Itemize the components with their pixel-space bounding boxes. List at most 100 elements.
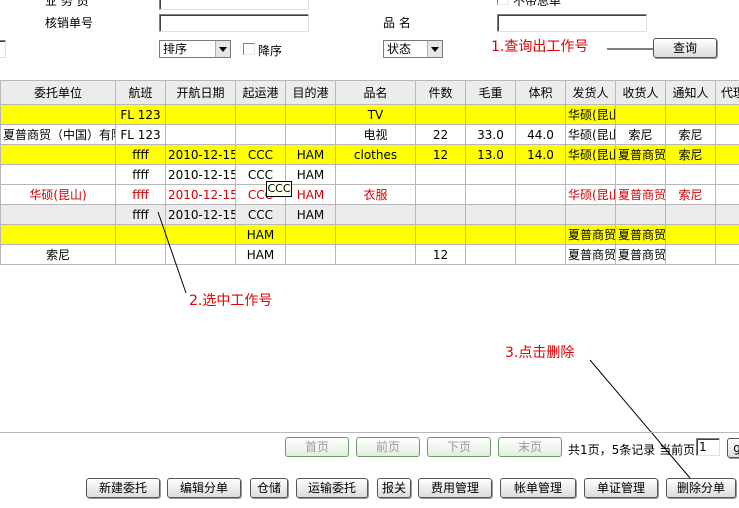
table-cell xyxy=(515,104,566,125)
last-page-button[interactable]: 末页 xyxy=(498,437,562,457)
col-header[interactable]: 毛重 xyxy=(465,80,516,105)
sort-select[interactable]: 排序 xyxy=(159,40,231,58)
col-header[interactable]: 件数 xyxy=(415,80,466,105)
table-cell: 衣服 xyxy=(335,184,416,205)
query-button[interactable]: 查询 xyxy=(653,38,717,58)
table-cell xyxy=(715,204,739,225)
documents-button[interactable]: 单证管理 xyxy=(584,478,658,498)
go-button[interactable]: g xyxy=(727,438,739,458)
chevron-down-icon xyxy=(215,41,230,57)
edit-order-button[interactable]: 编辑分单 xyxy=(167,478,241,498)
table-cell xyxy=(285,244,336,265)
table-cell xyxy=(415,224,466,245)
sort-select-value: 排序 xyxy=(163,42,188,56)
table-row-selected[interactable]: ffff 2010-12-15 CCC HAM xyxy=(0,204,739,225)
col-header[interactable]: 发货人 xyxy=(565,80,616,105)
table-cell: 华硕(昆山) xyxy=(0,184,116,205)
left-cut-input[interactable] xyxy=(0,40,6,58)
table-cell xyxy=(235,124,286,145)
table-cell xyxy=(615,164,666,185)
table-cell xyxy=(715,144,739,165)
table-cell: 华硕(昆山 xyxy=(565,104,616,125)
table-cell xyxy=(565,164,616,185)
col-header[interactable]: 委托单位 xyxy=(0,80,116,105)
table-cell: 33.0 xyxy=(465,124,516,145)
new-order-button[interactable]: 新建委托 xyxy=(86,478,160,498)
col-header[interactable]: 航班 xyxy=(115,80,166,105)
status-select-value: 状态 xyxy=(387,42,412,56)
table-row[interactable]: 华硕(昆山) ffff 2010-12-15 CCC HAM 衣服 华硕(昆山 … xyxy=(0,184,739,205)
table-cell: HAM xyxy=(285,184,336,205)
table-cell: HAM xyxy=(235,244,286,265)
table-row[interactable]: 夏普商贸（中国）有限 FL 123 电视 22 33.0 44.0 华硕(昆山 … xyxy=(0,124,739,145)
table-cell: 索尼 xyxy=(665,124,716,145)
page-number-input[interactable]: 1 xyxy=(696,438,720,456)
delete-order-button[interactable]: 删除分单 xyxy=(666,478,736,498)
table-cell: 夏普商贸 xyxy=(565,224,616,245)
table-cell: 2010-12-15 xyxy=(165,144,236,165)
col-header[interactable]: 体积 xyxy=(515,80,566,105)
storage-button[interactable]: 仓储 xyxy=(250,478,288,498)
unsettled-checkbox[interactable] xyxy=(497,0,509,5)
col-header[interactable]: 代理 xyxy=(715,80,739,105)
table-cell xyxy=(715,164,739,185)
status-select[interactable]: 状态 xyxy=(383,40,443,58)
table-row[interactable]: 索尼 HAM 12 夏普商贸 夏普商贸 xyxy=(0,244,739,265)
table-cell xyxy=(715,124,739,145)
table-cell: CCC xyxy=(235,204,286,225)
table-cell xyxy=(465,244,516,265)
table-cell: 索尼 xyxy=(665,184,716,205)
table-cell xyxy=(415,104,466,125)
table-cell: 夏普商贸 xyxy=(565,244,616,265)
col-header[interactable]: 收货人 xyxy=(615,80,666,105)
table-cell xyxy=(465,104,516,125)
table-row[interactable]: ffff 2010-12-15 CCC HAM xyxy=(0,164,739,185)
unsettled-label: 不带总单 xyxy=(513,0,562,8)
table-cell xyxy=(715,224,739,245)
fees-button[interactable]: 费用管理 xyxy=(418,478,492,498)
table-cell: 2010-12-15 xyxy=(165,184,236,205)
bills-button[interactable]: 帐单管理 xyxy=(500,478,576,498)
pager-summary: 共1页，5条记录 当前页 xyxy=(568,443,696,457)
desc-checkbox[interactable] xyxy=(243,43,255,55)
col-header[interactable]: 起运港 xyxy=(235,80,286,105)
step3-annotation: 3.点击删除 xyxy=(505,345,575,361)
col-header[interactable]: 开航日期 xyxy=(165,80,236,105)
product-label: 品 名 xyxy=(383,16,411,30)
table-cell xyxy=(715,184,739,205)
table-cell: 夏普商贸 xyxy=(615,224,666,245)
col-header[interactable]: 品名 xyxy=(335,80,416,105)
table-cell: 13.0 xyxy=(465,144,516,165)
table-cell: 索尼 xyxy=(665,144,716,165)
table-cell xyxy=(415,164,466,185)
col-header[interactable]: 目的港 xyxy=(285,80,336,105)
transport-button[interactable]: 运输委托 xyxy=(296,478,368,498)
table-cell xyxy=(515,164,566,185)
verify-no-input[interactable] xyxy=(159,14,309,32)
table-cell xyxy=(115,224,166,245)
table-cell xyxy=(115,244,166,265)
first-page-button[interactable]: 首页 xyxy=(285,437,349,457)
col-header[interactable]: 通知人 xyxy=(665,80,716,105)
table-cell xyxy=(465,224,516,245)
table-cell: 14.0 xyxy=(515,144,566,165)
table-cell xyxy=(715,104,739,125)
table-row[interactable]: ffff 2010-12-15 CCC HAM clothes 12 13.0 … xyxy=(0,144,739,165)
table-row[interactable]: FL 123 TV 华硕(昆山 xyxy=(0,104,739,125)
table-cell: ffff xyxy=(115,184,166,205)
table-row[interactable]: HAM 夏普商贸 夏普商贸 xyxy=(0,224,739,245)
table-cell xyxy=(515,244,566,265)
business-input[interactable] xyxy=(159,0,309,10)
product-input[interactable] xyxy=(497,14,647,32)
prev-page-button[interactable]: 前页 xyxy=(356,437,420,457)
table-cell: 夏普商贸 xyxy=(615,184,666,205)
table-cell: 夏普商贸 xyxy=(615,244,666,265)
table-cell xyxy=(465,204,516,225)
table-cell xyxy=(615,204,666,225)
table-cell xyxy=(565,204,616,225)
table-cell xyxy=(165,244,236,265)
table-cell xyxy=(615,104,666,125)
customs-button[interactable]: 报关 xyxy=(377,478,411,498)
next-page-button[interactable]: 下页 xyxy=(427,437,491,457)
table-cell: 2010-12-15 xyxy=(165,164,236,185)
